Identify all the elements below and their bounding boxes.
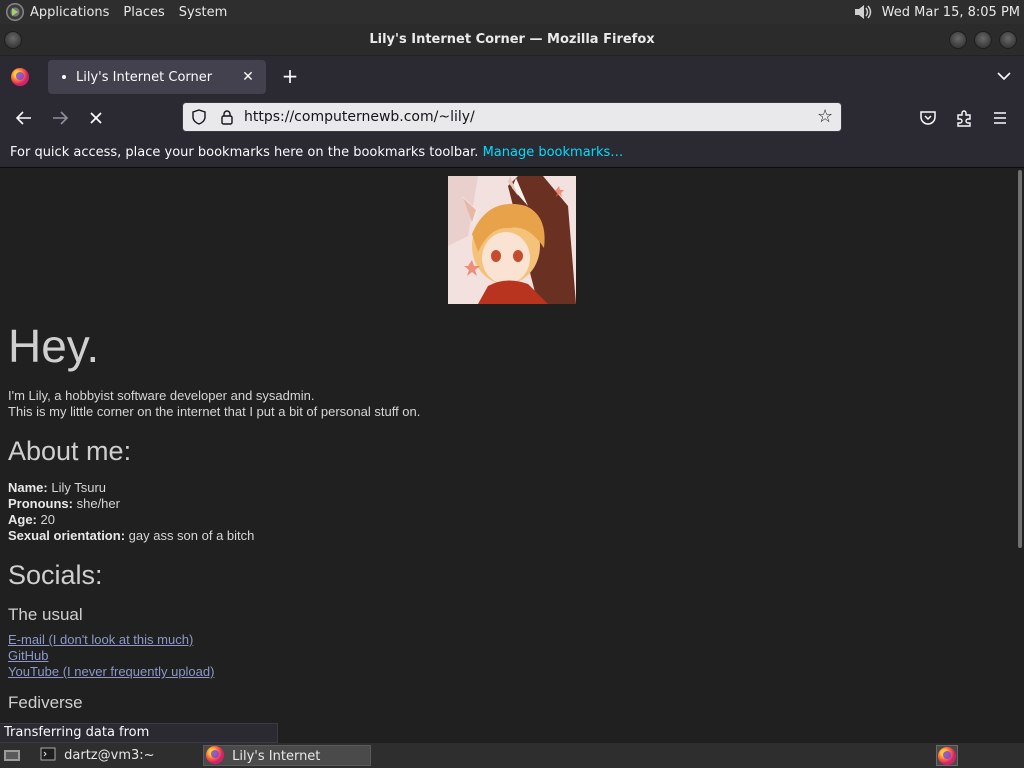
fediverse-heading: Fediverse [8, 693, 83, 712]
minimize-icon[interactable] [949, 31, 967, 49]
pocket-icon[interactable] [916, 106, 940, 130]
page-scrollbar[interactable] [1018, 170, 1022, 548]
tab-lilys-internet-corner[interactable]: Lily's Internet Corner ✕ [48, 60, 266, 94]
window-titlebar[interactable]: Lily's Internet Corner — Mozilla Firefox [0, 24, 1024, 56]
bookmarks-hint: For quick access, place your bookmarks h… [10, 145, 479, 160]
youtube-link[interactable]: YouTube (I never frequently upload) [8, 664, 1008, 680]
close-window-icon[interactable] [999, 31, 1017, 49]
window-title: Lily's Internet Corner — Mozilla Firefox [369, 32, 655, 47]
window-menu-icon[interactable] [4, 31, 22, 49]
tracking-protection-shield-icon[interactable] [191, 109, 207, 125]
firefox-icon [206, 746, 224, 764]
bookmark-star-icon[interactable]: ☆ [817, 108, 835, 126]
forward-button[interactable] [48, 106, 72, 130]
about-pronouns: Pronouns: she/her [8, 496, 120, 511]
extensions-icon[interactable] [952, 106, 976, 130]
workspace-firefox-icon [938, 747, 956, 765]
workspace-switcher[interactable] [936, 745, 958, 766]
taskbar-terminal[interactable]: dartz@vm3:~ [38, 745, 198, 766]
top-panel: Applications Places System Wed Mar 15, 8… [0, 0, 1024, 24]
intro-line-1: I'm Lily, a hobbyist software developer … [8, 388, 315, 403]
terminal-label: dartz@vm3:~ [64, 748, 155, 763]
socials-heading: Socials: [8, 560, 103, 590]
tab-title: Lily's Internet Corner [76, 69, 213, 85]
email-link[interactable]: E-mail (I don't look at this much) [8, 632, 1008, 648]
clock[interactable]: Wed Mar 15, 8:05 PM [882, 5, 1020, 20]
stop-button[interactable] [84, 106, 108, 130]
hamburger-menu-icon[interactable] [988, 106, 1012, 130]
volume-icon[interactable] [852, 3, 874, 21]
applications-menu[interactable]: Applications [30, 5, 109, 20]
bookmarks-toolbar: For quick access, place your bookmarks h… [0, 138, 1024, 168]
tab-bar: Lily's Internet Corner ✕ + [0, 56, 1024, 98]
about-name: Name: Lily Tsuru [8, 480, 107, 495]
maximize-icon[interactable] [974, 31, 992, 49]
about-orientation: Sexual orientation: gay ass son of a bit… [8, 528, 255, 543]
url-text[interactable]: https://computernewb.com/~lily/ [244, 109, 475, 125]
new-tab-button[interactable]: + [278, 64, 302, 88]
taskbar-firefox[interactable]: Lily's Internet Corne... [203, 745, 371, 766]
page-heading: Hey. [8, 320, 100, 372]
github-link[interactable]: GitHub [8, 648, 1008, 664]
intro-text: I'm Lily, a hobbyist software developer … [8, 388, 1008, 420]
usual-heading: The usual [8, 605, 83, 624]
about-list: Name: Lily Tsuru Pronouns: she/her Age: … [8, 480, 1008, 544]
page-content[interactable]: Hey. I'm Lily, a hobbyist software devel… [0, 168, 1024, 743]
nav-bar: https://computernewb.com/~lily/ ☆ [0, 98, 1024, 138]
places-menu[interactable]: Places [123, 5, 164, 20]
loading-dot-icon [62, 75, 66, 79]
close-tab-icon[interactable]: ✕ [238, 67, 258, 87]
show-desktop-icon[interactable] [2, 745, 22, 766]
page-body: Hey. I'm Lily, a hobbyist software devel… [8, 318, 1008, 714]
firefox-view-icon[interactable] [11, 68, 29, 86]
status-panel: Transferring data from computernewb.com… [0, 723, 278, 758]
tab-list-chevron-icon[interactable] [994, 66, 1014, 86]
about-age: Age: 20 [8, 512, 55, 527]
manage-bookmarks-link[interactable]: Manage bookmarks… [483, 145, 624, 160]
about-heading: About me: [8, 436, 132, 466]
back-button[interactable] [12, 106, 36, 130]
lock-icon[interactable] [219, 109, 235, 125]
bottom-taskbar: dartz@vm3:~ Lily's Internet Corne... [0, 743, 1024, 768]
social-links: E-mail (I don't look at this much) GitHu… [8, 632, 1008, 680]
intro-line-2: This is my little corner on the internet… [8, 404, 421, 419]
system-menu[interactable]: System [179, 5, 227, 20]
gnome-foot-icon[interactable] [6, 3, 24, 21]
avatar [448, 176, 576, 304]
url-bar[interactable]: https://computernewb.com/~lily/ ☆ [182, 102, 842, 132]
